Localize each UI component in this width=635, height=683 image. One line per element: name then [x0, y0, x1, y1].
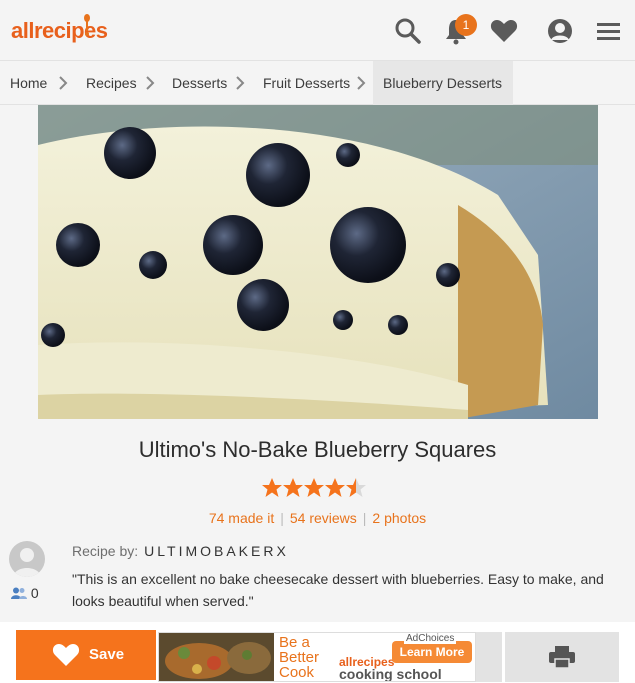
followers-value: 0 — [30, 585, 39, 601]
half-star-icon — [346, 478, 366, 497]
recipe-title: Ultimo's No-Bake Blueberry Squares — [138, 437, 497, 462]
author-name[interactable]: ULTIMOBAKERX — [144, 543, 289, 559]
ad-line-3: Cook — [279, 664, 315, 681]
recipe-by: Recipe by: ULTIMOBAKERX — [72, 543, 289, 559]
followers-icon — [11, 587, 27, 599]
breadcrumb-blueberry-desserts[interactable]: Blueberry Desserts — [373, 61, 513, 105]
advertisement-banner[interactable]: Be a Better Cook allrecipes cooking scho… — [158, 632, 476, 682]
breadcrumb-fruit-desserts[interactable]: Fruit Desserts — [263, 61, 350, 105]
profile-icon[interactable] — [545, 16, 575, 46]
search-icon[interactable] — [393, 16, 423, 46]
recipe-photo[interactable] — [38, 105, 598, 419]
star-icon — [304, 478, 324, 497]
print-button[interactable] — [505, 632, 619, 682]
author-avatar[interactable] — [9, 541, 45, 577]
breadcrumb: Home Recipes Desserts Fruit Desserts Blu… — [0, 61, 635, 105]
star-icon — [325, 478, 345, 497]
heart-icon[interactable] — [489, 16, 519, 46]
photos-link[interactable]: 2 photos — [372, 510, 426, 526]
ad-food-image — [159, 633, 274, 681]
save-button[interactable]: Save — [16, 630, 156, 680]
avatar-silhouette-icon — [13, 548, 41, 577]
recipe-description: "This is an excellent no bake cheesecake… — [72, 571, 604, 609]
chevron-right-icon — [59, 76, 68, 90]
menu-icon[interactable] — [594, 16, 624, 46]
site-header: allrecipes 1 — [0, 0, 635, 61]
bottom-action-bar: Save Be a Better Cook allrecipes cooking… — [0, 622, 635, 683]
star-icon — [262, 478, 282, 497]
ad-learn-more-button[interactable]: Learn More — [392, 641, 472, 663]
reviews-link[interactable]: 54 reviews — [290, 510, 357, 526]
ad-line-2: Better — [279, 649, 320, 666]
heart-icon — [52, 644, 80, 666]
chevron-right-icon — [236, 76, 245, 90]
chevron-right-icon — [146, 76, 155, 90]
save-label: Save — [89, 646, 125, 663]
made-it-link[interactable]: 74 made it — [209, 510, 274, 526]
breadcrumb-recipes[interactable]: Recipes — [86, 61, 137, 105]
adchoices-label[interactable]: AdChoices — [404, 633, 457, 644]
ad-line-1: Be a — [279, 634, 310, 651]
recipe-stats: 74 made it | 54 reviews | 2 photos — [0, 510, 635, 526]
notification-badge: 1 — [455, 14, 477, 36]
stats-divider: | — [362, 510, 367, 526]
ad-brand-sub: cooking school — [339, 666, 442, 682]
recipe-by-label: Recipe by: — [72, 543, 139, 559]
stats-divider: | — [280, 510, 284, 526]
logo-spoon-icon — [84, 14, 90, 36]
ad-headline: Be a Better Cook — [279, 635, 319, 680]
breadcrumb-desserts[interactable]: Desserts — [172, 61, 227, 105]
star-icon — [283, 478, 303, 497]
followers-count[interactable]: 0 — [11, 585, 39, 601]
chevron-right-icon — [357, 76, 366, 90]
rating-stars[interactable] — [261, 477, 371, 499]
allrecipes-logo[interactable]: allrecipes — [11, 18, 108, 44]
print-icon — [549, 646, 575, 669]
breadcrumb-home[interactable]: Home — [10, 61, 47, 105]
